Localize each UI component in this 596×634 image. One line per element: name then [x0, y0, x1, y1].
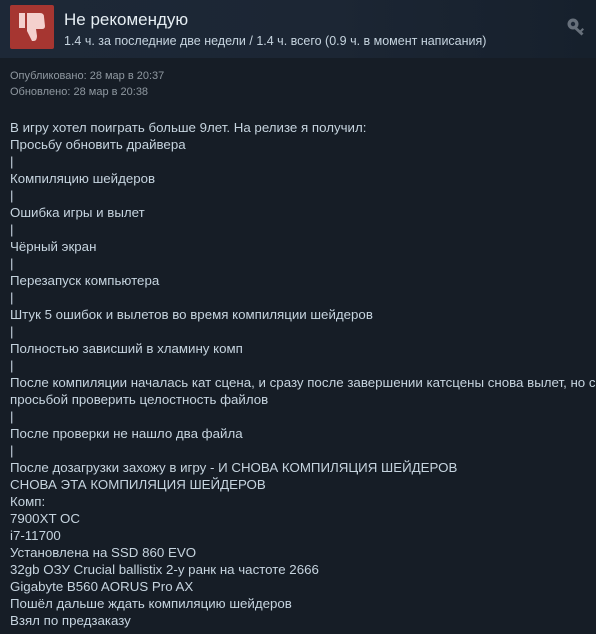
review-line: | [10, 324, 14, 339]
review-line: 32gb ОЗУ Crucial ballistix 2-у ранк на ч… [10, 562, 319, 577]
review-line: i7-11700 [10, 528, 61, 543]
review-line: | [10, 154, 14, 169]
review-line: Взял по предзаказу [10, 613, 131, 628]
review-line: | [10, 222, 14, 237]
updated-date: Обновлено: 28 мар в 20:38 [10, 86, 149, 98]
review-line: Чёрный экран [10, 239, 97, 254]
review-line: | [10, 188, 14, 203]
review-line: | [10, 358, 14, 373]
review-line: Перезапуск компьютера [10, 273, 160, 288]
review-line: | [10, 256, 14, 271]
review-header: Не рекомендую 1.4 ч. за последние две не… [0, 0, 596, 58]
review-line: После дозагрузки захожу в игру - И СНОВА… [10, 460, 458, 475]
review-text: В игру хотел поиграть больше 9лет. На ре… [10, 119, 596, 629]
review-line: | [10, 290, 14, 305]
review-line: 7900XT OC [10, 511, 80, 526]
playtime-info: 1.4 ч. за последние две недели / 1.4 ч. … [64, 34, 487, 48]
review-line: СНОВА ЭТА КОМПИЛЯЦИЯ ШЕЙДЕРОВ [10, 477, 266, 492]
review-line: просьбой проверить целостность файлов [10, 392, 269, 407]
review-line: Gigabyte B560 AORUS Pro AX [10, 579, 194, 594]
review-line: В игру хотел поиграть больше 9лет. На ре… [10, 120, 367, 135]
review-line: | [10, 443, 14, 458]
review-line: Полностью зависший в хламину комп [10, 341, 243, 356]
review-line: Комп: [10, 494, 46, 509]
review-line: Штук 5 ошибок и вылетов во время компиля… [10, 307, 373, 322]
review-line: Ошибка игры и вылет [10, 205, 145, 220]
review-line: После проверки не нашло два файла [10, 426, 243, 441]
award-icon[interactable] [566, 17, 586, 37]
review-line: Установлена на SSD 860 EVO [10, 545, 197, 560]
review-line: Просьбу обновить драйвера [10, 137, 186, 152]
review-verdict: Не рекомендую [64, 10, 189, 29]
thumbs-down-icon [10, 5, 54, 49]
review-line: Пошёл дальше ждать компиляцию шейдеров [10, 596, 292, 611]
review-line: Компиляцию шейдеров [10, 171, 156, 186]
review-dates: Опубликовано: 28 мар в 20:37 Обновлено: … [10, 68, 164, 100]
review-line: | [10, 409, 14, 424]
review-line: После компиляции началась кат сцена, и с… [10, 375, 596, 390]
published-date: Опубликовано: 28 мар в 20:37 [10, 70, 165, 82]
